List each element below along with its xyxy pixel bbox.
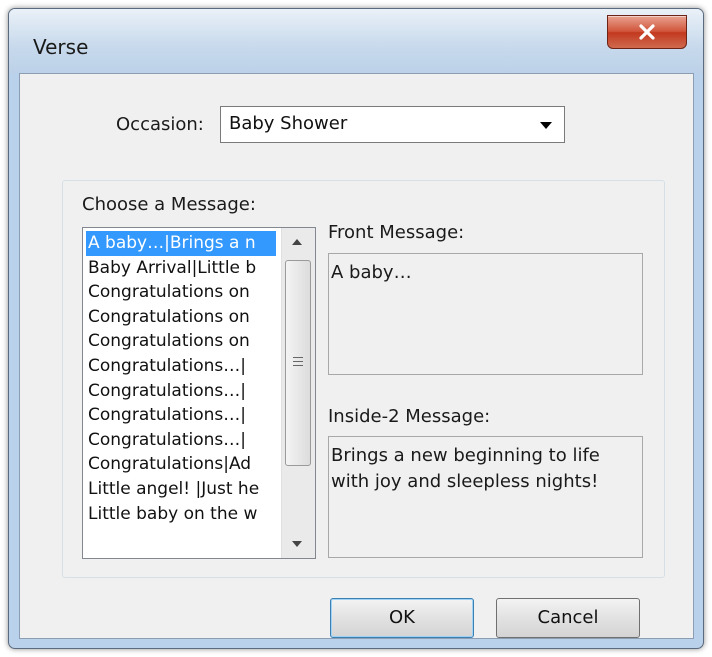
- title-bar[interactable]: Verse: [9, 9, 703, 73]
- list-item[interactable]: Baby Arrival|Little b: [86, 256, 276, 281]
- occasion-label: Occasion:: [116, 114, 204, 135]
- scroll-up-icon[interactable]: [292, 239, 302, 245]
- vertical-scrollbar[interactable]: [281, 228, 315, 558]
- list-item[interactable]: Congratulations…|: [86, 403, 276, 428]
- occasion-dropdown[interactable]: Baby Shower: [220, 106, 565, 143]
- front-message-box: A baby…: [328, 253, 643, 375]
- list-item[interactable]: Little baby on the w: [86, 502, 276, 527]
- list-item[interactable]: Little angel! |Just he: [86, 477, 276, 502]
- list-item[interactable]: Congratulations…|: [86, 354, 276, 379]
- close-icon: [639, 24, 655, 40]
- close-button[interactable]: [607, 15, 687, 49]
- list-item[interactable]: Congratulations…|: [86, 379, 276, 404]
- message-list[interactable]: A baby…|Brings a n Baby Arrival|Little bC…: [82, 227, 316, 559]
- inside-message-label: Inside-2 Message:: [328, 406, 491, 427]
- list-item[interactable]: Congratulations on: [86, 280, 276, 305]
- list-item[interactable]: Congratulations…|: [86, 428, 276, 453]
- cancel-button[interactable]: Cancel: [496, 598, 640, 638]
- list-item[interactable]: Congratulations on: [86, 329, 276, 354]
- inside-message-box: Brings a new beginning to life with joy …: [328, 436, 643, 558]
- dialog-window: Verse Occasion: Baby Shower Choose a Mes…: [8, 8, 704, 649]
- list-item[interactable]: A baby…|Brings a n: [86, 231, 276, 256]
- scroll-thumb[interactable]: [285, 260, 311, 466]
- window-title: Verse: [33, 35, 89, 59]
- dialog-body: Occasion: Baby Shower Choose a Message: …: [19, 73, 694, 639]
- chevron-down-icon[interactable]: [540, 122, 552, 129]
- message-list-items: A baby…|Brings a n Baby Arrival|Little bC…: [86, 231, 276, 526]
- scroll-down-icon[interactable]: [292, 541, 302, 547]
- front-message-label: Front Message:: [328, 222, 465, 243]
- list-item[interactable]: Congratulations on: [86, 305, 276, 330]
- ok-button[interactable]: OK: [330, 598, 474, 638]
- list-item[interactable]: Congratulations|Ad: [86, 452, 276, 477]
- grip-line: [293, 361, 303, 362]
- choose-message-label: Choose a Message:: [82, 194, 256, 215]
- occasion-value: Baby Shower: [229, 113, 348, 134]
- grip-line: [293, 365, 303, 366]
- grip-line: [293, 357, 303, 358]
